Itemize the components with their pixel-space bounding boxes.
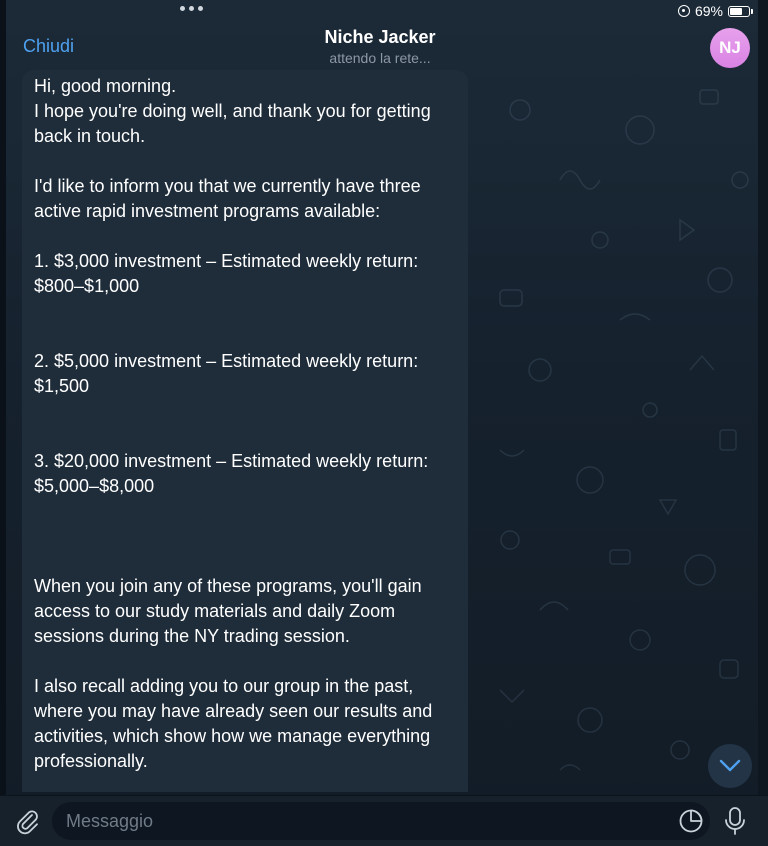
message-join-text: When you join any of these programs, you… xyxy=(34,576,422,646)
split-view-edge xyxy=(0,0,6,846)
message-bubble[interactable]: Hi, good morning. I hope you're doing we… xyxy=(22,70,468,792)
paperclip-icon[interactable] xyxy=(14,808,42,836)
battery-icon xyxy=(728,5,753,17)
chat-title[interactable]: Niche Jacker xyxy=(0,27,760,48)
status-indicators: 69% xyxy=(677,3,753,19)
microphone-icon[interactable] xyxy=(722,805,748,837)
message-composer xyxy=(0,795,768,846)
status-bar: 69% xyxy=(0,0,768,22)
orientation-lock-icon xyxy=(677,5,690,17)
message-intro: I'd like to inform you that we currently… xyxy=(34,176,421,221)
avatar[interactable]: NJ xyxy=(710,28,750,68)
chat-screen: 69% Chiudi Niche Jacker attendo la rete.… xyxy=(0,0,768,846)
window-edge xyxy=(758,0,768,846)
program-item-1: 1. $3,000 investment – Estimated weekly … xyxy=(34,251,419,296)
message-greeting: Hi, good morning. xyxy=(34,76,177,96)
chat-header: Chiudi Niche Jacker attendo la rete... N… xyxy=(0,22,768,70)
scroll-down-button[interactable] xyxy=(708,744,752,788)
connection-status: attendo la rete... xyxy=(329,50,431,66)
more-dots-icon[interactable] xyxy=(180,6,203,11)
sticker-icon[interactable] xyxy=(678,808,704,834)
battery-fill xyxy=(730,7,742,15)
battery-percent: 69% xyxy=(694,3,723,19)
program-item-3: 3. $20,000 investment – Estimated weekly… xyxy=(34,451,429,496)
message-input[interactable] xyxy=(52,802,710,840)
message-recall-text: I also recall adding you to our group in… xyxy=(34,676,433,771)
message-line: I hope you're doing well, and thank you … xyxy=(34,101,431,146)
chevron-down-icon xyxy=(719,759,741,772)
program-item-2: 2. $5,000 investment – Estimated weekly … xyxy=(34,351,419,396)
